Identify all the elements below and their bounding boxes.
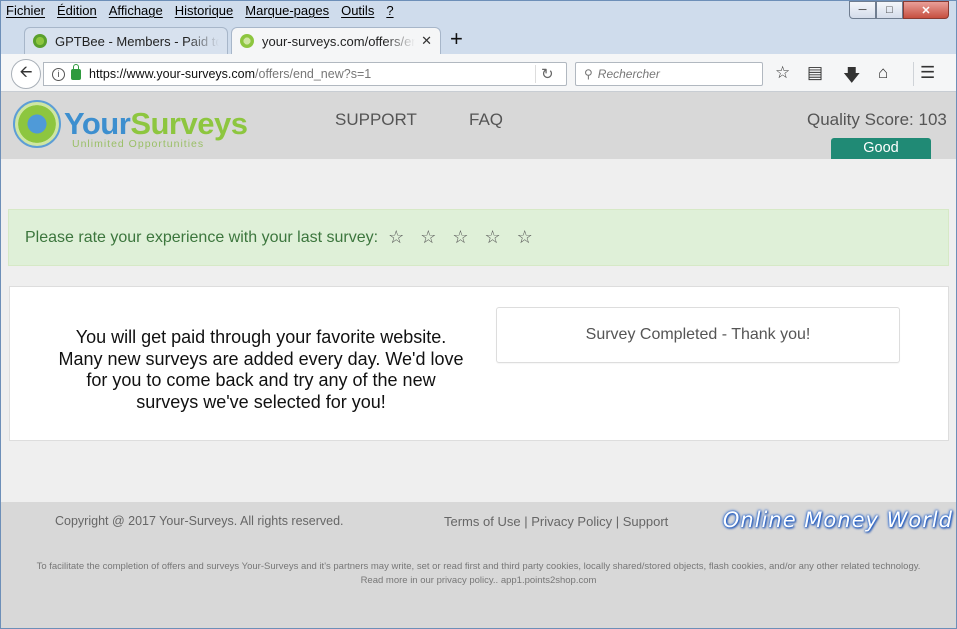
support-link[interactable]: Support: [623, 514, 669, 529]
hamburger-menu-icon[interactable]: ☰: [920, 63, 935, 83]
gptbee-favicon-icon: [33, 34, 47, 48]
paid-message: You will get paid through your favorite …: [58, 327, 464, 412]
tab-gptbee[interactable]: GPTBee - Members - Paid to: [24, 27, 228, 54]
url-host: https://www.your-surveys.com: [89, 67, 256, 81]
your-surveys-favicon-icon: [240, 34, 254, 48]
close-tab-icon[interactable]: ✕: [421, 33, 432, 49]
window-controls: ─ □ ✕: [849, 1, 949, 19]
url-path: /offers/end_new?s=1: [255, 67, 372, 81]
menu-outils[interactable]: Outils: [341, 2, 374, 20]
privacy-link[interactable]: Privacy Policy: [531, 514, 612, 529]
tab-title: your-surveys.com/offers/end_new?s=1: [262, 33, 416, 49]
terms-link[interactable]: Terms of Use: [444, 514, 521, 529]
rating-stars: ☆ ☆ ☆ ☆ ☆: [388, 227, 533, 248]
star-2-icon[interactable]: ☆: [420, 227, 436, 248]
search-icon: ⚲: [584, 67, 593, 81]
lock-icon: [71, 63, 81, 80]
your-surveys-logo-icon[interactable]: [13, 100, 61, 148]
rating-prompt: Please rate your experience with your la…: [25, 228, 379, 246]
menu-help[interactable]: ?: [386, 2, 393, 20]
download-arrow-icon[interactable]: 🡇: [843, 63, 860, 92]
search-placeholder: Rechercher: [597, 67, 660, 81]
quality-score: Quality Score: 103: [807, 110, 947, 129]
menu-bar: Fichier Édition Affichage Historique Mar…: [6, 2, 394, 20]
tab-title: GPTBee - Members - Paid to: [55, 33, 219, 49]
tab-strip: GPTBee - Members - Paid to your-surveys.…: [0, 24, 957, 54]
logo-your: Your: [64, 106, 131, 141]
url-bar[interactable]: i https://www.your-surveys.com/offers/en…: [43, 62, 567, 86]
menu-edition[interactable]: Édition: [57, 2, 97, 20]
info-icon[interactable]: i: [52, 67, 65, 81]
search-input[interactable]: ⚲ Rechercher: [575, 62, 763, 86]
rating-bar: Please rate your experience with your la…: [8, 209, 949, 266]
back-arrow-icon[interactable]: 🡨: [11, 59, 41, 89]
new-tab-icon[interactable]: +: [450, 28, 463, 50]
maximize-button[interactable]: □: [876, 1, 903, 19]
cookie-disclaimer: To facilitate the completion of offers a…: [36, 561, 921, 586]
logo-tagline: Unlimited Opportunities: [72, 138, 205, 150]
footer-links: Terms of Use | Privacy Policy | Support: [444, 514, 668, 529]
menu-fichier[interactable]: Fichier: [6, 2, 45, 20]
star-1-icon[interactable]: ☆: [388, 227, 404, 248]
home-icon[interactable]: ⌂: [878, 63, 888, 83]
footer-separator: |: [615, 514, 623, 529]
bookmark-star-icon[interactable]: ☆: [775, 63, 790, 83]
web-page: YourSurveys Unlimited Opportunities SUPP…: [1, 92, 956, 628]
copyright-text: Copyright @ 2017 Your-Surveys. All right…: [55, 514, 344, 528]
menu-marque-pages[interactable]: Marque-pages: [245, 2, 329, 20]
watermark-text: Online Money World: [722, 508, 953, 532]
nav-support-link[interactable]: SUPPORT: [335, 110, 417, 130]
logo-wordmark[interactable]: YourSurveys: [64, 106, 248, 142]
menu-historique[interactable]: Historique: [175, 2, 234, 20]
tab-your-surveys[interactable]: your-surveys.com/offers/end_new?s=1 ✕: [231, 27, 441, 54]
site-header: YourSurveys Unlimited Opportunities SUPP…: [1, 92, 956, 159]
toolbar-divider: [913, 62, 914, 86]
minimize-button[interactable]: ─: [849, 1, 876, 19]
close-window-button[interactable]: ✕: [903, 1, 949, 19]
star-4-icon[interactable]: ☆: [484, 227, 500, 248]
main-panel: You will get paid through your favorite …: [9, 286, 949, 441]
quality-badge: Good: [831, 138, 931, 159]
reload-icon[interactable]: ↻: [541, 65, 554, 83]
logo-surveys: Surveys: [130, 106, 248, 141]
url-divider: [535, 65, 536, 83]
star-5-icon[interactable]: ☆: [517, 227, 533, 248]
survey-completed-box: Survey Completed - Thank you!: [496, 307, 900, 363]
menu-affichage[interactable]: Affichage: [109, 2, 163, 20]
nav-faq-link[interactable]: FAQ: [469, 110, 503, 130]
nav-bar: 🡨 i https://www.your-surveys.com/offers/…: [1, 54, 956, 92]
reader-list-icon[interactable]: ▤: [807, 63, 823, 83]
star-3-icon[interactable]: ☆: [452, 227, 468, 248]
